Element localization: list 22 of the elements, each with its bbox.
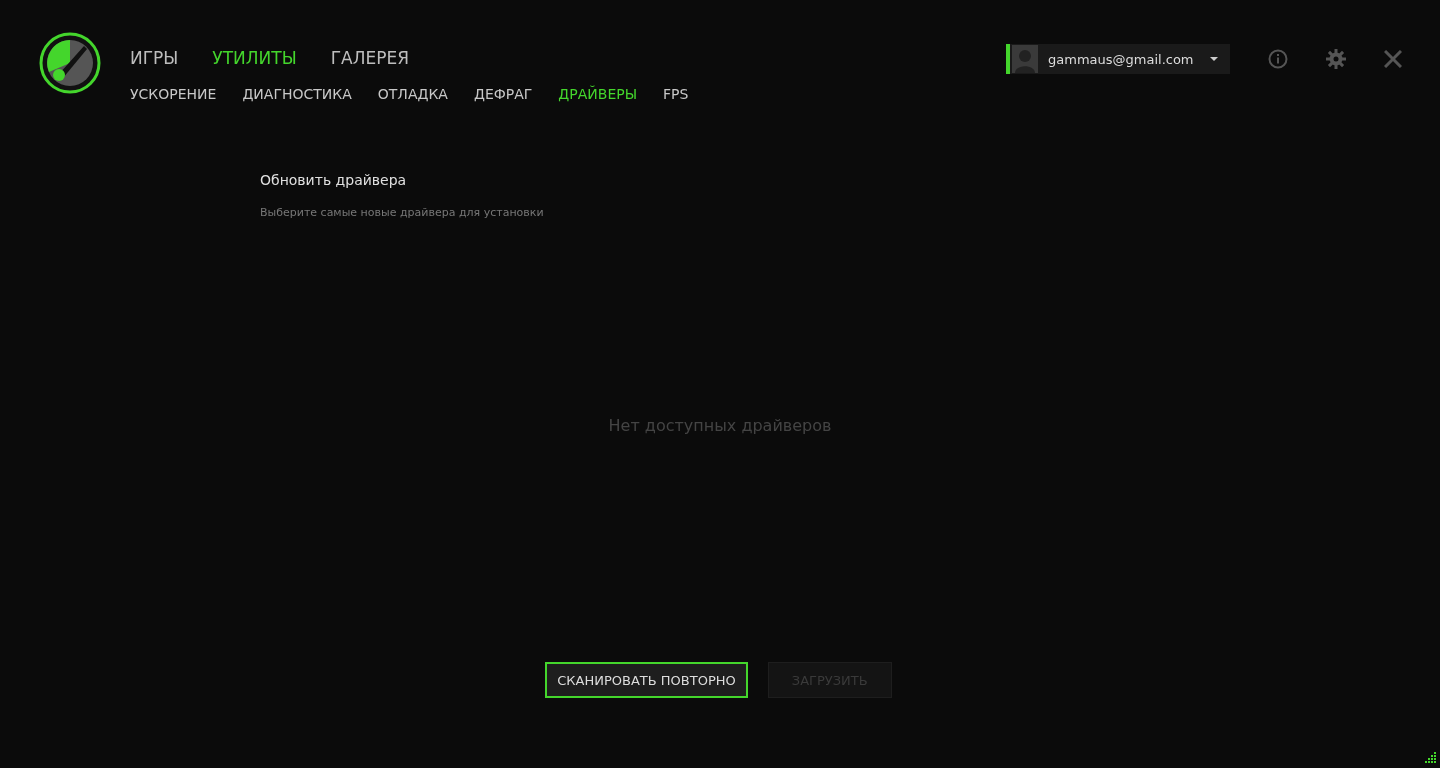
sub-tab[interactable]: ДРАЙВЕРЫ [558, 86, 638, 102]
sub-tab[interactable]: ДИАГНОСТИКА [242, 86, 352, 102]
info-icon[interactable] [1268, 49, 1288, 69]
account-dropdown[interactable]: gammaus@gmail.com [1006, 44, 1230, 74]
close-icon[interactable] [1384, 50, 1402, 68]
empty-message: Нет доступных драйверов [608, 416, 832, 435]
sub-tab[interactable]: FPS [663, 86, 689, 102]
sub-tab[interactable]: ОТЛАДКА [377, 86, 448, 102]
settings-icon[interactable] [1326, 49, 1346, 69]
main-tab[interactable]: ГАЛЕРЕЯ [330, 48, 410, 68]
main-tab[interactable]: ИГРЫ [130, 48, 179, 68]
account-email: gammaus@gmail.com [1048, 51, 1194, 67]
sub-tab[interactable]: ДЕФРАГ [473, 86, 533, 102]
section-subtitle: Выберите самые новые драйвера для установки [260, 206, 545, 219]
resize-grip-icon[interactable] [1424, 752, 1436, 764]
speedometer-logo-icon [39, 32, 101, 94]
main-tab[interactable]: УТИЛИТЫ [212, 48, 297, 68]
section-title: Обновить драйвера [260, 172, 408, 188]
caret-icon [1210, 57, 1218, 61]
sub-tab[interactable]: УСКОРЕНИЕ [130, 86, 217, 102]
avatar-icon [1012, 45, 1038, 73]
action-button[interactable]: СКАНИРОВАТЬ ПОВТОРНО [545, 662, 748, 698]
